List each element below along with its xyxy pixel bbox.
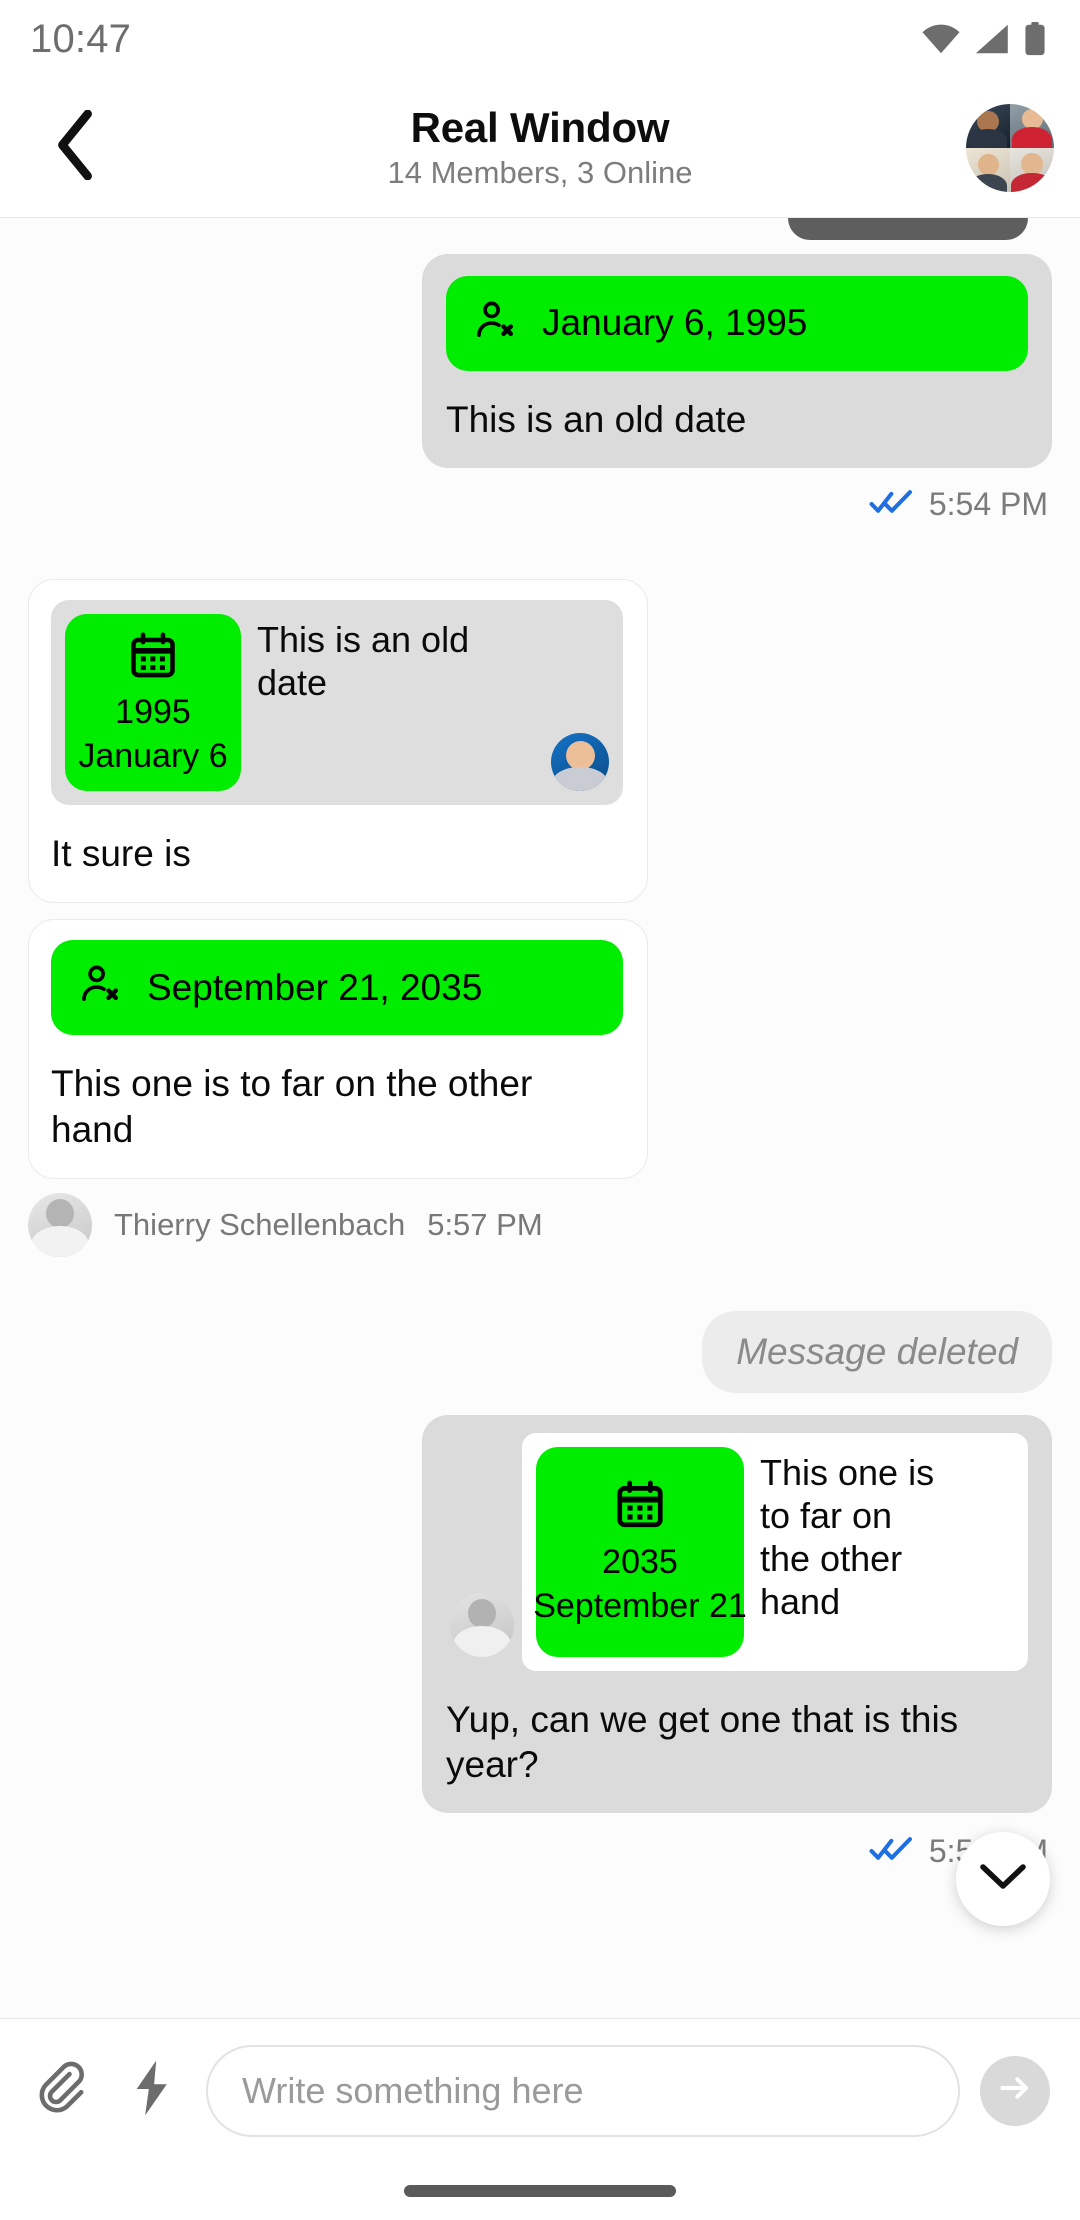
message-input[interactable]: Write something here bbox=[242, 2070, 584, 2112]
quoted-message-text: This one is to far on the other hand bbox=[760, 1451, 935, 1623]
chevron-down-icon bbox=[979, 1862, 1027, 1897]
message-row-deleted: Message deleted bbox=[28, 1310, 1052, 1393]
calendar-icon bbox=[613, 1478, 667, 1537]
quoted-author-avatar bbox=[551, 733, 609, 792]
member-status: 14 Members, 3 Online bbox=[387, 155, 693, 191]
partial-bubble bbox=[788, 218, 1028, 240]
page-title: Real Window bbox=[410, 104, 670, 152]
message-sender-line: Thierry Schellenbach 5:57 PM bbox=[28, 1192, 1052, 1257]
status-bar: 10:47 bbox=[0, 0, 1080, 78]
message-partial-top bbox=[28, 218, 1052, 240]
wifi-icon bbox=[922, 24, 960, 54]
message-text: Yup, can we get one that is this year? bbox=[446, 1698, 959, 1785]
avatar-tile-1 bbox=[966, 103, 1010, 148]
message-row-incoming-2[interactable]: 1995 January 6 This is an old date It su… bbox=[28, 579, 1052, 904]
quoted-message-card[interactable]: 1995 January 6 This is an old date bbox=[51, 600, 623, 806]
chevron-left-icon bbox=[54, 109, 98, 185]
scroll-to-bottom-button[interactable] bbox=[956, 1832, 1050, 1926]
header-titles: Real Window 14 Members, 3 Online bbox=[0, 104, 1080, 191]
message-bubble[interactable]: 2035 September 21 This one is to far on … bbox=[422, 1414, 1052, 1813]
message-composer: Write something here bbox=[0, 2018, 1080, 2162]
message-bubble[interactable]: January 6, 1995 This is an old date bbox=[422, 254, 1052, 469]
calendar-day: January 6 bbox=[78, 737, 228, 776]
message-timestamp: 5:57 PM bbox=[427, 1206, 543, 1242]
deleted-message-bubble: Message deleted bbox=[702, 1310, 1052, 1393]
quoted-author-avatar bbox=[450, 1592, 514, 1657]
message-list[interactable]: January 6, 1995 This is an old date 5:54… bbox=[0, 218, 1080, 2018]
avatar-tile-3 bbox=[966, 147, 1010, 192]
message-bubble[interactable]: September 21, 2035 This one is to far on… bbox=[28, 919, 648, 1179]
sender-name: Thierry Schellenbach bbox=[114, 1206, 406, 1242]
attachment-date-label: September 21, 2035 bbox=[147, 966, 483, 1008]
person-remove-icon bbox=[474, 298, 520, 349]
chat-screen: 10:47 Real Window 14 Members, 3 Online J… bbox=[0, 0, 1080, 2220]
date-attachment-card[interactable]: January 6, 1995 bbox=[446, 276, 1028, 371]
status-bar-icons bbox=[922, 22, 1046, 56]
message-text: This one is to far on the other hand bbox=[51, 1063, 533, 1150]
message-timestamp: 5:54 PM bbox=[928, 486, 1048, 523]
quick-command-button[interactable] bbox=[118, 2057, 186, 2125]
message-row-incoming-3[interactable]: September 21, 2035 This one is to far on… bbox=[28, 919, 1052, 1179]
lightning-bolt-icon bbox=[131, 2059, 173, 2122]
status-bar-clock: 10:47 bbox=[30, 16, 132, 61]
person-remove-icon bbox=[79, 962, 125, 1013]
cellular-icon bbox=[974, 24, 1010, 54]
send-button[interactable] bbox=[980, 2055, 1050, 2126]
gesture-navigation-bar bbox=[0, 2162, 1080, 2220]
battery-icon bbox=[1024, 22, 1046, 56]
message-row-outgoing-5[interactable]: 2035 September 21 This one is to far on … bbox=[28, 1414, 1052, 1813]
quoted-message-text: This is an old date bbox=[257, 619, 470, 704]
quoted-message-card[interactable]: 2035 September 21 This one is to far on … bbox=[450, 1432, 1028, 1671]
calendar-attachment-tile: 1995 January 6 bbox=[65, 614, 241, 792]
sender-avatar[interactable] bbox=[28, 1192, 92, 1257]
avatar-tile-4 bbox=[1010, 147, 1054, 192]
message-bubble[interactable]: 1995 January 6 This is an old date It su… bbox=[28, 579, 648, 904]
attach-button[interactable] bbox=[30, 2057, 98, 2125]
message-status-1: 5:54 PM bbox=[28, 486, 1048, 523]
double-check-icon bbox=[869, 488, 913, 521]
message-text: This is an old date bbox=[446, 399, 747, 440]
back-button[interactable] bbox=[34, 106, 118, 190]
group-avatar[interactable] bbox=[966, 103, 1054, 192]
home-indicator[interactable] bbox=[404, 2185, 676, 2197]
message-text: It sure is bbox=[51, 833, 191, 875]
message-row-outgoing-1[interactable]: January 6, 1995 This is an old date bbox=[28, 254, 1052, 469]
calendar-day: September 21 bbox=[533, 1587, 747, 1626]
calendar-year: 2035 bbox=[602, 1543, 678, 1582]
avatar-tile-2 bbox=[1010, 103, 1054, 148]
double-check-icon bbox=[869, 1835, 913, 1868]
calendar-icon bbox=[127, 630, 179, 687]
message-input-wrapper[interactable]: Write something here bbox=[206, 2044, 960, 2137]
date-attachment-card[interactable]: September 21, 2035 bbox=[51, 940, 623, 1036]
paperclip-icon bbox=[35, 2059, 93, 2122]
chat-header: Real Window 14 Members, 3 Online bbox=[0, 78, 1080, 218]
calendar-attachment-tile: 2035 September 21 bbox=[533, 1446, 747, 1657]
message-status-5: 5:59 PM bbox=[28, 1833, 1048, 1870]
calendar-year: 1995 bbox=[115, 693, 191, 732]
arrow-right-icon bbox=[996, 2069, 1034, 2112]
attachment-date-label: January 6, 1995 bbox=[542, 302, 808, 344]
